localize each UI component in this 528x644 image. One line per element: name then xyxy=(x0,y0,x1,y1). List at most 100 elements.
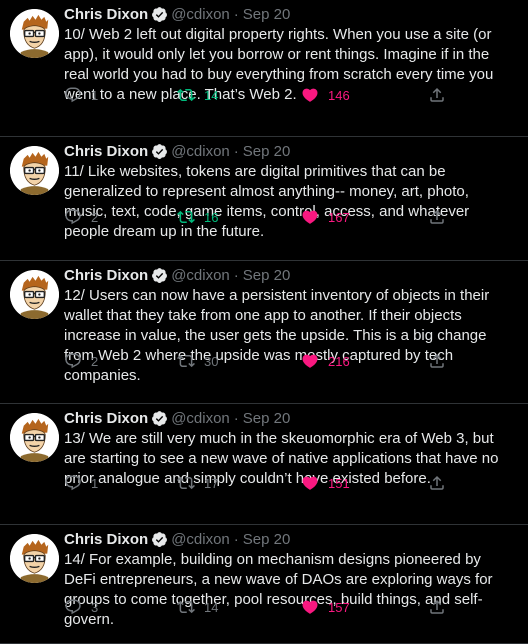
tweet-date[interactable]: Sep 20 xyxy=(243,6,291,23)
like-count: 151 xyxy=(328,475,350,491)
author-handle[interactable]: @cdixon xyxy=(171,143,230,160)
separator-dot: · xyxy=(233,266,239,284)
retweet-button[interactable]: 17 xyxy=(177,474,218,492)
reply-button[interactable]: 2 xyxy=(64,352,98,370)
author-handle[interactable]: @cdixon xyxy=(171,531,230,548)
author-name[interactable]: Chris Dixon xyxy=(64,143,148,160)
share-button[interactable] xyxy=(428,86,446,104)
share-icon xyxy=(430,475,444,490)
retweet-button[interactable]: 14 xyxy=(177,86,218,104)
retweet-count: 14 xyxy=(204,599,219,615)
like-count: 216 xyxy=(328,353,350,369)
reply-button[interactable]: 1 xyxy=(64,86,98,104)
author-name[interactable]: Chris Dixon xyxy=(64,267,148,284)
like-button[interactable]: 151 xyxy=(301,474,350,492)
like-button[interactable]: 146 xyxy=(301,86,350,104)
share-button[interactable] xyxy=(428,598,446,616)
share-icon xyxy=(430,209,444,224)
like-count: 167 xyxy=(328,209,350,225)
avatar[interactable] xyxy=(10,534,59,583)
like-count: 146 xyxy=(328,87,350,103)
avatar-illustration-icon xyxy=(10,146,59,195)
tweet-body: Chris Dixon @cdixon · Sep 20 12/ Users c… xyxy=(64,265,514,386)
reply-icon xyxy=(65,87,81,103)
heart-icon xyxy=(302,354,318,368)
reply-button[interactable]: 3 xyxy=(64,598,98,616)
tweet-date[interactable]: Sep 20 xyxy=(243,531,291,548)
author-name[interactable]: Chris Dixon xyxy=(64,410,148,427)
verified-badge-icon xyxy=(151,6,168,23)
retweet-button[interactable]: 16 xyxy=(177,208,218,226)
tweet-text: 10/ Web 2 left out digital property righ… xyxy=(64,26,494,103)
avatar-illustration-icon xyxy=(10,413,59,462)
separator-dot: · xyxy=(233,409,239,427)
retweet-count: 16 xyxy=(204,209,219,225)
retweet-icon xyxy=(177,210,195,224)
tweet[interactable]: Chris Dixon @cdixon · Sep 20 13/ We are … xyxy=(0,404,528,525)
tweet-text: 11/ Like websites, tokens are digital pr… xyxy=(64,163,470,240)
retweet-count: 30 xyxy=(204,353,219,369)
share-button[interactable] xyxy=(428,208,446,226)
retweet-icon xyxy=(177,476,195,490)
reply-count: 1 xyxy=(91,475,99,491)
tweet[interactable]: Chris Dixon @cdixon · Sep 20 14/ For exa… xyxy=(0,525,528,644)
reply-button[interactable]: 2 xyxy=(64,208,98,226)
avatar[interactable] xyxy=(10,146,59,195)
author-handle[interactable]: @cdixon xyxy=(171,267,230,284)
author-handle[interactable]: @cdixon xyxy=(171,410,230,427)
tweet-header: Chris Dixon @cdixon · Sep 20 xyxy=(64,408,514,428)
tweet[interactable]: Chris Dixon @cdixon · Sep 20 12/ Users c… xyxy=(0,261,528,404)
reply-icon xyxy=(65,599,81,615)
tweet-body: Chris Dixon @cdixon · Sep 20 14/ For exa… xyxy=(64,529,514,630)
share-icon xyxy=(430,353,444,368)
like-count: 157 xyxy=(328,599,350,615)
reply-count: 2 xyxy=(91,353,99,369)
verified-badge-icon xyxy=(151,143,168,160)
separator-dot: · xyxy=(233,530,239,548)
retweet-button[interactable]: 14 xyxy=(177,598,218,616)
avatar-illustration-icon xyxy=(10,9,59,58)
verified-badge-icon xyxy=(151,410,168,427)
heart-icon xyxy=(302,476,318,490)
verified-badge-icon xyxy=(151,531,168,548)
tweet-header: Chris Dixon @cdixon · Sep 20 xyxy=(64,4,514,24)
verified-badge-icon xyxy=(151,267,168,284)
avatar[interactable] xyxy=(10,9,59,58)
tweet-text: 13/ We are still very much in the skeuom… xyxy=(64,430,499,487)
like-button[interactable]: 157 xyxy=(301,598,350,616)
tweet-date[interactable]: Sep 20 xyxy=(243,143,291,160)
retweet-icon xyxy=(177,88,195,102)
tweet-body: Chris Dixon @cdixon · Sep 20 11/ Like we… xyxy=(64,141,514,242)
heart-icon xyxy=(302,88,318,102)
tweet[interactable]: Chris Dixon @cdixon · Sep 20 11/ Like we… xyxy=(0,137,528,261)
retweet-count: 17 xyxy=(204,475,219,491)
avatar[interactable] xyxy=(10,270,59,319)
retweet-icon xyxy=(177,600,195,614)
tweet-body: Chris Dixon @cdixon · Sep 20 10/ Web 2 l… xyxy=(64,4,514,105)
author-handle[interactable]: @cdixon xyxy=(171,6,230,23)
author-name[interactable]: Chris Dixon xyxy=(64,531,148,548)
avatar[interactable] xyxy=(10,413,59,462)
avatar-illustration-icon xyxy=(10,270,59,319)
reply-button[interactable]: 1 xyxy=(64,474,98,492)
tweet-date[interactable]: Sep 20 xyxy=(243,410,291,427)
retweet-button[interactable]: 30 xyxy=(177,352,218,370)
retweet-icon xyxy=(177,354,195,368)
like-button[interactable]: 167 xyxy=(301,208,350,226)
tweet-header: Chris Dixon @cdixon · Sep 20 xyxy=(64,529,514,549)
reply-icon xyxy=(65,209,81,225)
reply-count: 3 xyxy=(91,599,99,615)
tweet-text: 14/ For example, building on mechanism d… xyxy=(64,551,493,628)
tweet[interactable]: Chris Dixon @cdixon · Sep 20 10/ Web 2 l… xyxy=(0,0,528,137)
share-button[interactable] xyxy=(428,352,446,370)
share-button[interactable] xyxy=(428,474,446,492)
tweet-text: 12/ Users can now have a persistent inve… xyxy=(64,287,490,384)
tweet-date[interactable]: Sep 20 xyxy=(243,267,291,284)
author-name[interactable]: Chris Dixon xyxy=(64,6,148,23)
tweet-body: Chris Dixon @cdixon · Sep 20 13/ We are … xyxy=(64,408,514,489)
like-button[interactable]: 216 xyxy=(301,352,350,370)
heart-icon xyxy=(302,600,318,614)
tweet-header: Chris Dixon @cdixon · Sep 20 xyxy=(64,265,514,285)
share-icon xyxy=(430,599,444,614)
separator-dot: · xyxy=(233,5,239,23)
